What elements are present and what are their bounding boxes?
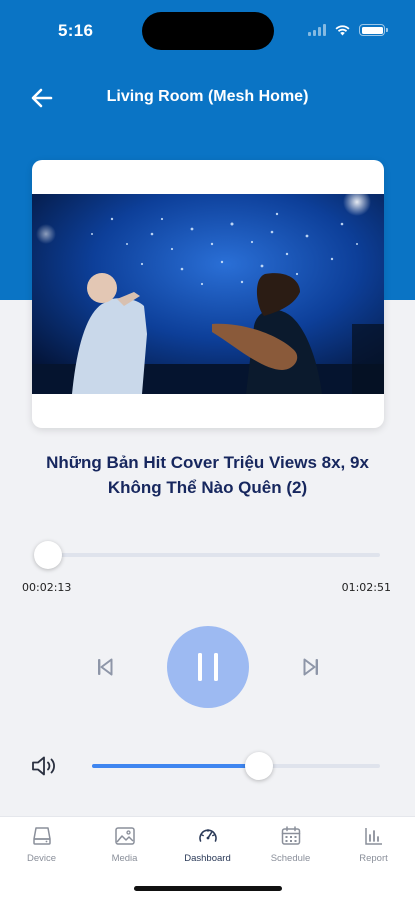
home-indicator bbox=[134, 886, 282, 891]
elapsed-time: 00:02:13 bbox=[22, 581, 72, 594]
pause-icon bbox=[198, 653, 218, 681]
playback-controls bbox=[0, 626, 415, 708]
total-time: 01:02:51 bbox=[341, 581, 391, 594]
dynamic-island bbox=[142, 12, 274, 50]
volume-row bbox=[0, 750, 415, 782]
volume-thumb[interactable] bbox=[245, 752, 274, 780]
page-title: Living Room (Mesh Home) bbox=[106, 88, 309, 105]
tab-label: Media bbox=[111, 853, 138, 864]
speaker-icon[interactable] bbox=[30, 754, 60, 778]
progress-track bbox=[36, 553, 380, 557]
tab-dashboard[interactable]: Dashboard bbox=[166, 825, 249, 875]
tab-device[interactable]: Device bbox=[0, 825, 83, 875]
next-icon bbox=[303, 658, 318, 676]
previous-icon bbox=[98, 658, 113, 676]
status-bar: 5:16 bbox=[0, 0, 415, 62]
volume-track bbox=[92, 764, 380, 768]
status-time: 5:16 bbox=[58, 21, 94, 40]
tab-label: Dashboard bbox=[184, 853, 231, 864]
tab-label: Schedule bbox=[270, 853, 311, 864]
signal-icon bbox=[308, 24, 326, 36]
playback-progress-slider[interactable] bbox=[34, 541, 380, 569]
tab-report[interactable]: Report bbox=[332, 825, 415, 875]
pause-button[interactable] bbox=[167, 626, 249, 708]
battery-icon bbox=[359, 24, 388, 36]
previous-button[interactable] bbox=[90, 652, 120, 682]
tab-media[interactable]: Media bbox=[83, 825, 166, 875]
volume-fill bbox=[92, 764, 260, 768]
tab-label: Device bbox=[26, 853, 57, 864]
image-icon bbox=[114, 825, 136, 847]
device-icon bbox=[31, 825, 53, 847]
gauge-icon bbox=[197, 825, 219, 847]
wifi-icon bbox=[335, 25, 350, 36]
status-icons bbox=[308, 24, 388, 36]
tab-schedule[interactable]: Schedule bbox=[249, 825, 332, 875]
nav-header: Living Room (Mesh Home) bbox=[0, 76, 415, 120]
volume-slider[interactable] bbox=[92, 752, 380, 780]
song-title: Những Bản Hit Cover Triệu Views 8x, 9x K… bbox=[46, 453, 369, 497]
media-card bbox=[32, 160, 384, 428]
tab-label: Report bbox=[359, 853, 388, 864]
media-thumbnail bbox=[32, 194, 384, 394]
bar-chart-icon bbox=[363, 825, 385, 847]
next-button[interactable] bbox=[296, 652, 326, 682]
calendar-icon bbox=[280, 825, 302, 847]
progress-thumb[interactable] bbox=[34, 541, 63, 569]
